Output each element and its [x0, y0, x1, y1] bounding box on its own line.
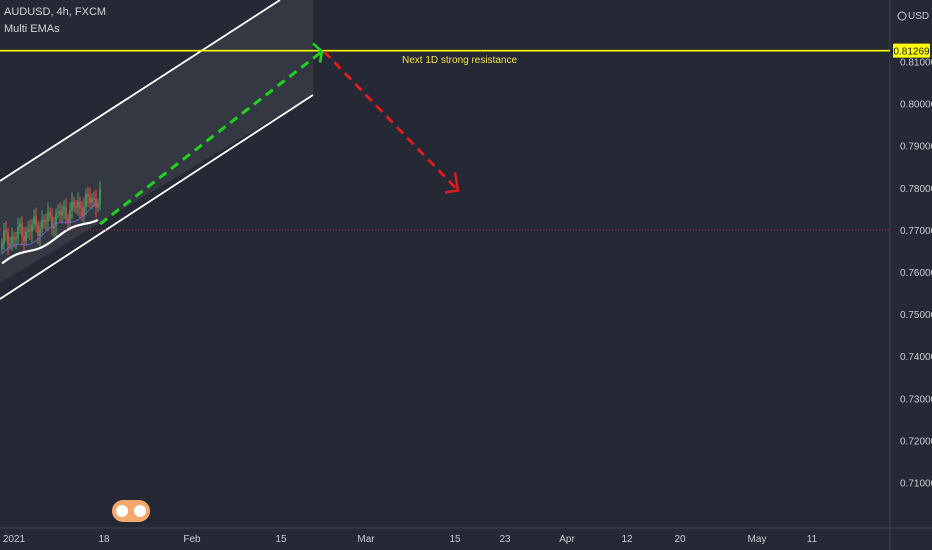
time-tick-label: May: [748, 534, 767, 545]
currency-label: USD: [908, 11, 929, 22]
candle-body: [45, 220, 47, 223]
candle-body: [7, 232, 9, 245]
candle-body: [71, 201, 73, 210]
candle-body: [73, 201, 75, 208]
candle-body: [63, 207, 65, 210]
candle-body: [89, 196, 91, 203]
candle-body: [57, 211, 59, 214]
resistance-price-label: 0.81269: [893, 43, 930, 58]
time-tick-label: 15: [275, 534, 287, 545]
candle-body: [81, 208, 83, 217]
time-tick-label: 2021: [3, 534, 26, 545]
time-tick-label: 18: [98, 534, 110, 545]
price-chart[interactable]: Next 1D strong resistance 0.81000 0.80000…: [0, 0, 932, 550]
indicator-label[interactable]: Multi EMAs: [4, 23, 60, 35]
candle-body: [53, 226, 55, 229]
time-tick-label: Apr: [559, 534, 575, 545]
price-tick-label: 0.80000: [900, 100, 932, 111]
price-tick-label: 0.72000: [900, 436, 932, 447]
candle-body: [11, 236, 13, 244]
time-tick-label: 11: [807, 534, 818, 545]
time-tick-label: 23: [499, 534, 511, 545]
candle-body: [31, 224, 33, 232]
price-tick-label: 0.79000: [900, 142, 932, 153]
price-tick-label: 0.74000: [900, 352, 932, 363]
candle-body: [43, 219, 45, 223]
candle-body: [91, 198, 93, 203]
candle-body: [35, 216, 37, 226]
candle-body: [15, 238, 17, 240]
candle-body: [3, 230, 5, 244]
time-tick-label: 12: [621, 534, 633, 545]
price-tick-label: 0.78000: [900, 184, 932, 195]
candle-body: [13, 236, 15, 240]
price-tick-label: 0.77000: [900, 226, 932, 237]
time-tick-label: 15: [449, 534, 461, 545]
chart-background: [0, 0, 932, 550]
candle-body: [19, 223, 21, 227]
candle-body: [33, 216, 35, 225]
candle-body: [77, 201, 79, 208]
candle-body: [49, 212, 51, 216]
resistance-price-text: 0.81269: [893, 47, 930, 58]
resistance-annotation: Next 1D strong resistance: [402, 55, 517, 66]
candle-body: [79, 201, 81, 209]
time-tick-label: Mar: [357, 534, 375, 545]
candle-body: [37, 225, 39, 237]
candle-body: [17, 226, 19, 239]
price-tick-label: 0.75000: [900, 310, 932, 321]
candle-body: [5, 230, 7, 233]
price-tick-label: 0.73000: [900, 394, 932, 405]
tradingview-logo: [112, 500, 150, 522]
time-tick-label: 20: [674, 534, 686, 545]
candle-body: [23, 236, 25, 241]
time-tick-label: Feb: [183, 534, 201, 545]
candle-body: [59, 211, 61, 216]
chart-symbol-title[interactable]: AUDUSD, 4h, FXCM: [4, 6, 106, 18]
candle-body: [47, 212, 49, 221]
candle-body: [41, 219, 43, 229]
candle-body: [65, 207, 67, 219]
price-tick-label: 0.71000: [900, 479, 932, 490]
price-tick-label: 0.76000: [900, 268, 932, 279]
candle-body: [99, 188, 101, 204]
price-tick-label: 0.81000: [900, 58, 932, 69]
candle-body: [61, 209, 63, 216]
candle-body: [9, 243, 11, 245]
candle-body: [75, 207, 77, 209]
candle-body: [93, 198, 95, 200]
candle-body: [1, 243, 3, 250]
candle-body: [85, 193, 87, 207]
candle-body: [87, 193, 89, 197]
candle-body: [97, 203, 99, 208]
candle-body: [69, 209, 71, 223]
candle-body: [25, 231, 27, 241]
